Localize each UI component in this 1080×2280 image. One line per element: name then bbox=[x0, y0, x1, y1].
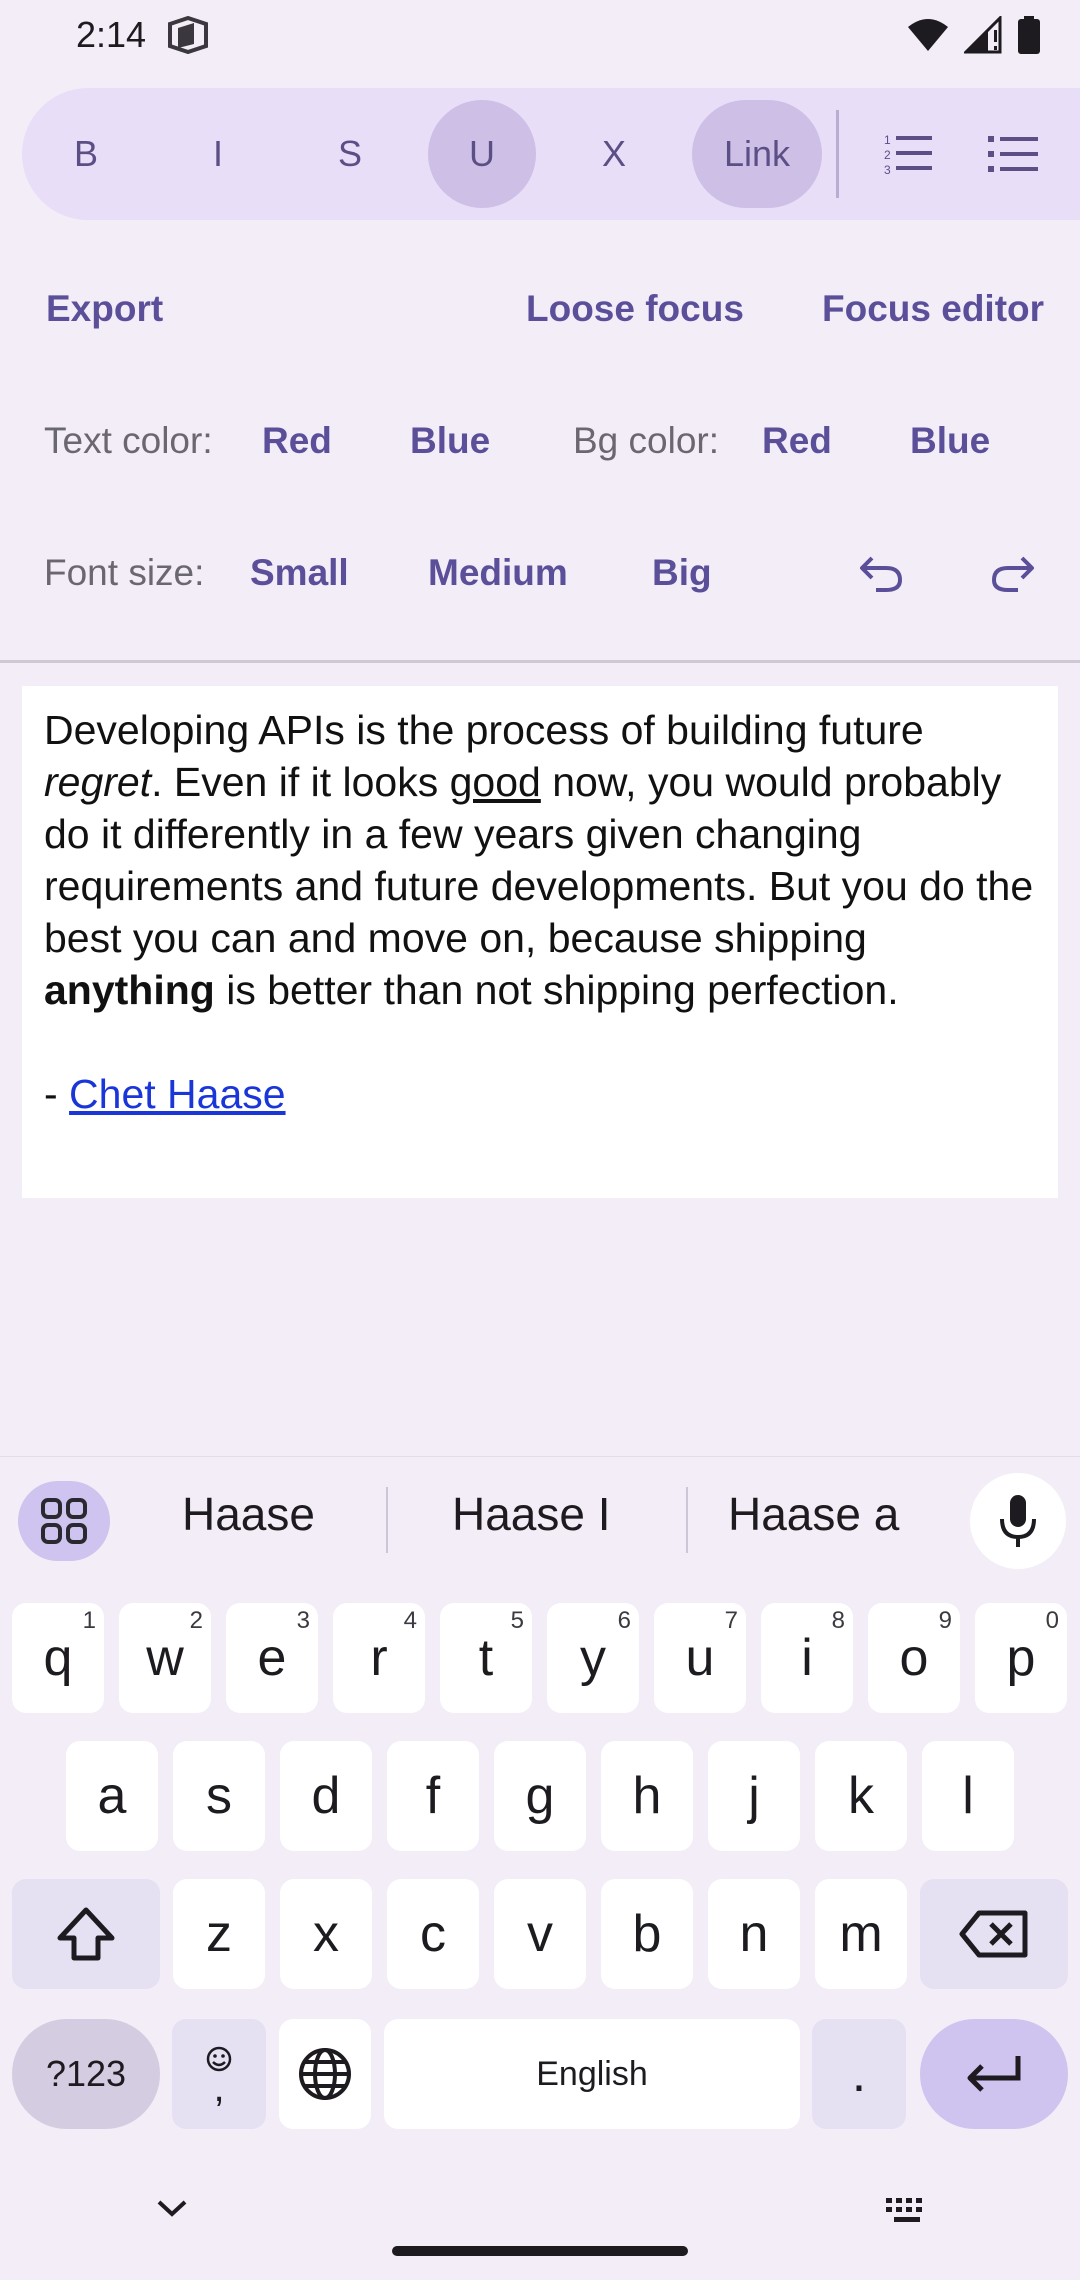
app-notification-icon bbox=[168, 16, 208, 54]
key-i[interactable]: i8 bbox=[761, 1603, 853, 1713]
undo-icon[interactable] bbox=[858, 554, 904, 594]
key-x[interactable]: x bbox=[280, 1879, 372, 1989]
status-icons bbox=[906, 16, 1040, 54]
strikethrough-button[interactable]: S bbox=[296, 100, 404, 208]
link-button[interactable]: Link bbox=[692, 100, 822, 208]
section-divider bbox=[0, 660, 1080, 663]
font-size-big-button[interactable]: Big bbox=[652, 552, 712, 594]
key-e[interactable]: e3 bbox=[226, 1603, 318, 1713]
italic-button[interactable]: I bbox=[164, 100, 272, 208]
key-v[interactable]: v bbox=[494, 1879, 586, 1989]
italic-text: regret bbox=[44, 759, 152, 805]
soft-keyboard: Haase Haase I Haase a q1 w2 e3 r4 t5 y6 … bbox=[0, 1456, 1080, 2280]
attribution-line: - Chet Haase bbox=[44, 1071, 286, 1117]
key-l[interactable]: l bbox=[922, 1741, 1014, 1851]
status-time: 2:14 bbox=[76, 14, 147, 55]
export-button[interactable]: Export bbox=[46, 288, 163, 330]
focus-editor-button[interactable]: Focus editor bbox=[822, 288, 1044, 330]
key-f[interactable]: f bbox=[387, 1741, 479, 1851]
svg-text:3: 3 bbox=[884, 163, 891, 176]
key-h[interactable]: h bbox=[601, 1741, 693, 1851]
navigation-bar bbox=[0, 2168, 1080, 2280]
globe-icon bbox=[299, 2048, 351, 2100]
period-key[interactable]: . bbox=[812, 2019, 906, 2129]
format-toolbar: B I S U X Link 1 2 3 bbox=[22, 88, 1080, 220]
bg-color-blue-button[interactable]: Blue bbox=[910, 420, 990, 462]
key-w[interactable]: w2 bbox=[119, 1603, 211, 1713]
battery-icon bbox=[1018, 16, 1040, 54]
keyboard-apps-button[interactable] bbox=[18, 1481, 110, 1561]
key-d[interactable]: d bbox=[280, 1741, 372, 1851]
suggestion-2[interactable]: Haase I bbox=[452, 1487, 611, 1541]
key-y[interactable]: y6 bbox=[547, 1603, 639, 1713]
key-o[interactable]: o9 bbox=[868, 1603, 960, 1713]
enter-key[interactable] bbox=[920, 2019, 1068, 2129]
shift-key[interactable] bbox=[12, 1879, 160, 1989]
grid-icon bbox=[41, 1498, 87, 1544]
backspace-icon bbox=[959, 1910, 1028, 1958]
backspace-key[interactable] bbox=[920, 1879, 1068, 1989]
underline-text: good bbox=[449, 759, 541, 805]
unordered-list-icon bbox=[988, 136, 1038, 172]
font-size-small-button[interactable]: Small bbox=[250, 552, 349, 594]
home-gesture-bar[interactable] bbox=[392, 2246, 688, 2256]
bold-text: anything bbox=[44, 967, 215, 1013]
key-p[interactable]: p0 bbox=[975, 1603, 1067, 1713]
text-color-label: Text color: bbox=[44, 420, 213, 461]
text-color-blue-button[interactable]: Blue bbox=[410, 420, 490, 462]
key-n[interactable]: n bbox=[708, 1879, 800, 1989]
keyboard-switch-icon[interactable] bbox=[884, 2196, 930, 2226]
wifi-icon bbox=[908, 19, 948, 51]
enter-icon bbox=[967, 2056, 1021, 2092]
toolbar-divider bbox=[836, 110, 839, 198]
key-b[interactable]: b bbox=[601, 1879, 693, 1989]
status-bar: 2:14 bbox=[0, 0, 1080, 70]
suggestion-1[interactable]: Haase bbox=[182, 1487, 315, 1541]
key-u[interactable]: u7 bbox=[654, 1603, 746, 1713]
bg-color-red-button[interactable]: Red bbox=[762, 420, 832, 462]
code-button[interactable]: X bbox=[560, 100, 668, 208]
suggestion-separator bbox=[386, 1487, 388, 1553]
key-a[interactable]: a bbox=[66, 1741, 158, 1851]
loose-focus-button[interactable]: Loose focus bbox=[526, 288, 744, 330]
symbols-key[interactable]: ?123 bbox=[12, 2019, 160, 2129]
redo-icon[interactable] bbox=[990, 554, 1036, 594]
key-t[interactable]: t5 bbox=[440, 1603, 532, 1713]
key-q[interactable]: q1 bbox=[12, 1603, 104, 1713]
microphone-icon bbox=[1000, 1495, 1036, 1547]
emoji-comma-key[interactable]: , bbox=[172, 2019, 266, 2129]
key-z[interactable]: z bbox=[173, 1879, 265, 1989]
text-color-red-button[interactable]: Red bbox=[262, 420, 332, 462]
attribution-link[interactable]: Chet Haase bbox=[69, 1071, 286, 1117]
suggestion-3[interactable]: Haase a bbox=[728, 1487, 899, 1541]
key-g[interactable]: g bbox=[494, 1741, 586, 1851]
key-k[interactable]: k bbox=[815, 1741, 907, 1851]
rich-text-editor[interactable]: Developing APIs is the process of buildi… bbox=[22, 686, 1058, 1198]
suggestion-strip: Haase Haase I Haase a bbox=[0, 1457, 1080, 1585]
key-m[interactable]: m bbox=[815, 1879, 907, 1989]
unordered-list-button[interactable] bbox=[988, 100, 1080, 208]
key-s[interactable]: s bbox=[173, 1741, 265, 1851]
key-c[interactable]: c bbox=[387, 1879, 479, 1989]
svg-text:2: 2 bbox=[884, 148, 891, 162]
key-r[interactable]: r4 bbox=[333, 1603, 425, 1713]
font-size-medium-button[interactable]: Medium bbox=[428, 552, 568, 594]
bg-color-label: Bg color: bbox=[573, 420, 720, 461]
cell-signal-icon bbox=[964, 16, 1002, 54]
font-size-label: Font size: bbox=[44, 552, 205, 593]
ordered-list-button[interactable]: 1 2 3 bbox=[854, 100, 962, 208]
space-key[interactable]: English bbox=[384, 2019, 800, 2129]
svg-text:1: 1 bbox=[884, 133, 891, 147]
bold-button[interactable]: B bbox=[32, 100, 140, 208]
suggestion-separator bbox=[686, 1487, 688, 1553]
quote-paragraph: Developing APIs is the process of buildi… bbox=[44, 707, 1034, 1013]
ordered-list-icon: 1 2 3 bbox=[884, 133, 932, 176]
language-key[interactable] bbox=[279, 2019, 371, 2129]
chevron-down-icon[interactable] bbox=[156, 2198, 188, 2218]
key-j[interactable]: j bbox=[708, 1741, 800, 1851]
underline-button[interactable]: U bbox=[428, 100, 536, 208]
voice-input-button[interactable] bbox=[970, 1473, 1066, 1569]
shift-icon bbox=[57, 1907, 115, 1961]
